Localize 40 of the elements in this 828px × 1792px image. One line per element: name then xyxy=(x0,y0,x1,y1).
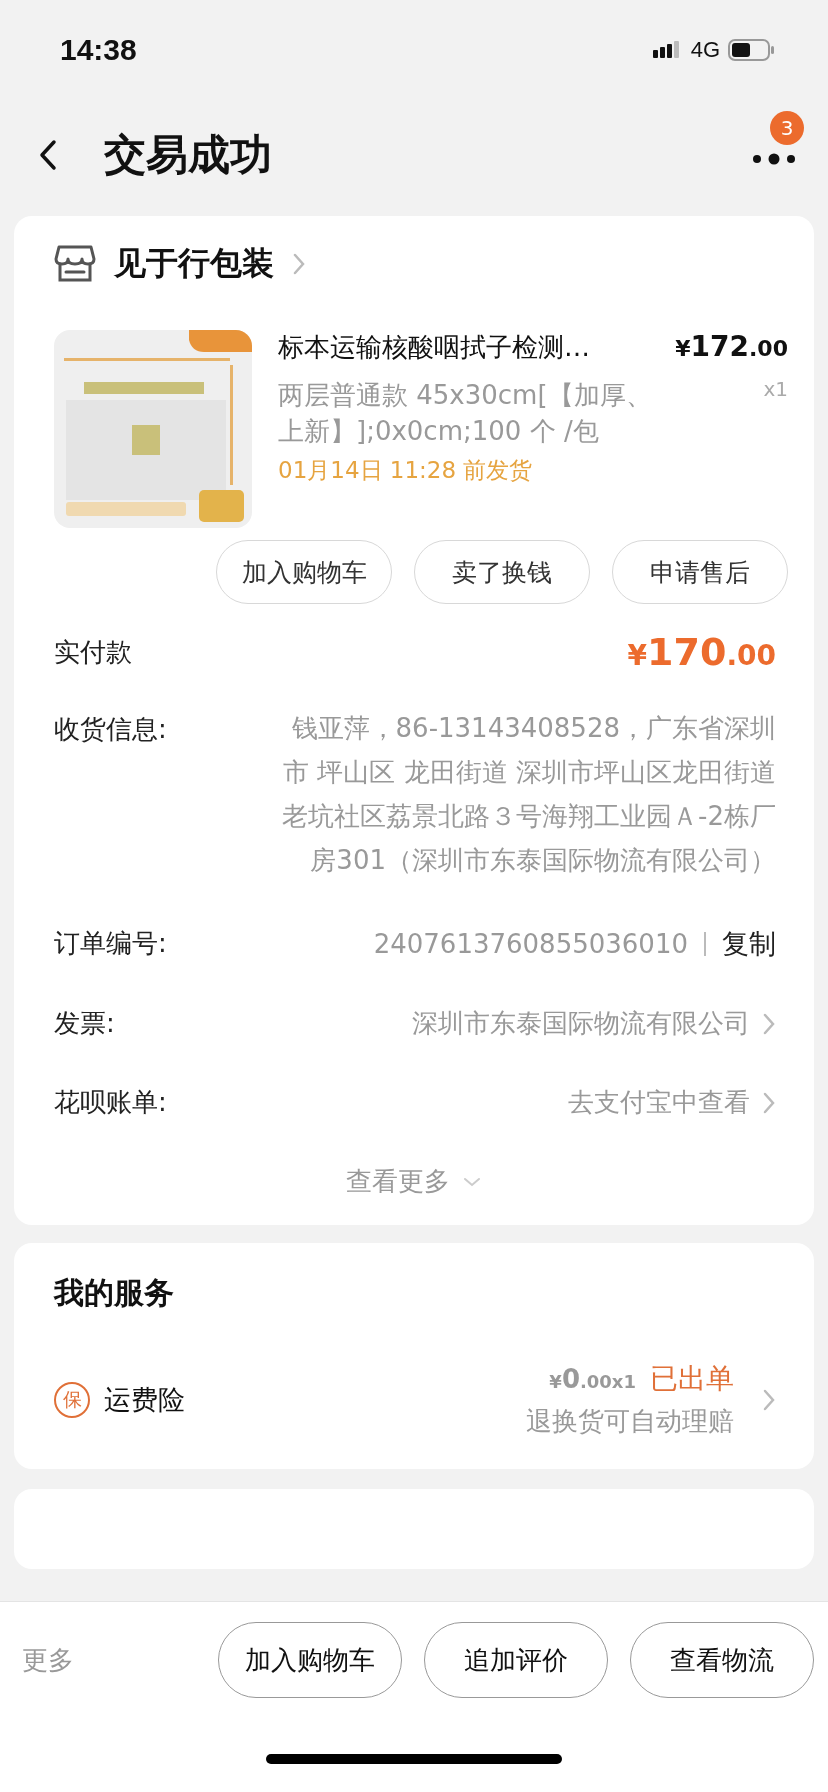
battery-icon xyxy=(728,38,776,62)
more-icon[interactable] xyxy=(752,151,796,166)
status-time: 14:38 xyxy=(60,33,137,67)
service-status: 已出单 xyxy=(650,1361,734,1397)
notification-badge: 3 xyxy=(770,110,804,145)
store-name[interactable]: 见于行包装 xyxy=(114,242,274,286)
action-button[interactable]: 申请售后 xyxy=(612,540,788,604)
chevron-icon[interactable] xyxy=(762,1387,776,1412)
payment-label: 实付款 xyxy=(54,635,132,669)
page-title: 交易成功 xyxy=(104,129,273,181)
chevron-icon[interactable] xyxy=(762,1090,776,1115)
action-button[interactable]: 卖了换钱 xyxy=(414,540,590,604)
action-button[interactable]: 加入购物车 xyxy=(216,540,392,604)
order-number: 2407613760855036010 xyxy=(373,929,688,959)
copy-link[interactable]: 复制 xyxy=(722,926,776,962)
section-title: 我的服务 xyxy=(54,1274,175,1312)
product-quantity: x1 xyxy=(763,377,788,403)
info-label: 收货信息: xyxy=(54,713,167,746)
product-title[interactable]: 标本运输核酸咽拭子检测… xyxy=(278,330,590,365)
shipping-note: 01月14日 11:28 前发货 xyxy=(278,456,534,485)
service-name: 运费险 xyxy=(104,1382,186,1417)
back-icon[interactable] xyxy=(38,139,58,171)
product-spec: 两层普通款 45x30cm[【加厚、上新】];0x0cm;100 个 /包 xyxy=(278,379,653,448)
network-label: 4G xyxy=(690,37,720,63)
chevron-down-icon[interactable] xyxy=(462,1175,482,1188)
product-price: ¥172.00 xyxy=(675,330,788,363)
insurance-badge: 保 xyxy=(54,1381,90,1418)
info-label: 花呗账单: xyxy=(54,1086,167,1119)
store-icon xyxy=(54,244,96,284)
bottom-button[interactable]: 查看物流 xyxy=(630,1622,814,1698)
service-price: ¥0.00x1 xyxy=(549,1364,636,1394)
chevron-icon[interactable] xyxy=(762,1011,776,1036)
info-label: 发票: xyxy=(54,1007,115,1040)
address-text: 钱亚萍，86-13143408528，广东省深圳市 坪山区 龙田街道 深圳市坪山区龙田街道老坑社区荔景北路３号海翔工业园Ａ-2栋厂房301（深圳市东泰国际物流有限公司） xyxy=(281,712,776,877)
bottom-button[interactable]: 加入购物车 xyxy=(218,1622,402,1698)
bottom-button[interactable]: 追加评价 xyxy=(424,1622,608,1698)
info-label: 订单编号: xyxy=(54,927,167,960)
service-note: 退换货可自动理赔 xyxy=(526,1405,734,1438)
chevron-icon[interactable] xyxy=(292,252,306,276)
payment-amount: ¥170.00 xyxy=(627,630,776,674)
